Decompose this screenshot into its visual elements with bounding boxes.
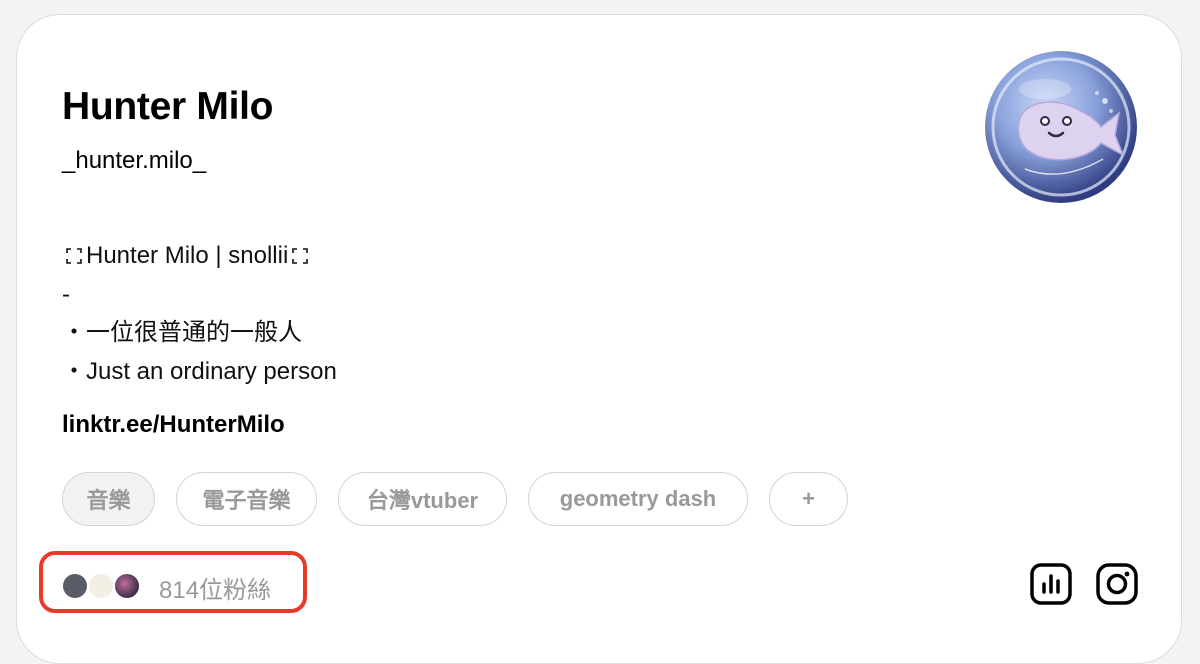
frame-corner-left-icon — [66, 248, 82, 264]
instagram-icon — [1096, 563, 1138, 605]
profile-avatar[interactable] — [985, 51, 1137, 203]
profile-handle[interactable]: _hunter.milo_ — [62, 147, 206, 175]
follower-avatar — [87, 572, 115, 600]
profile-name: Hunter Milo — [62, 85, 274, 128]
tag-music[interactable]: 音樂 — [62, 472, 155, 526]
profile-card: Hunter Milo _hunter.milo_ Hunter Milo | … — [16, 14, 1182, 664]
instagram-button[interactable] — [1095, 562, 1139, 606]
tag-geometry-dash[interactable]: geometry dash — [528, 472, 748, 526]
profile-bio: Hunter Milo | snollii - ・一位很普通的一般人 ・Just… — [62, 237, 337, 391]
tag-electronic-music[interactable]: 電子音樂 — [176, 472, 317, 526]
bar-chart-icon — [1030, 563, 1072, 605]
followers-count[interactable]: 814位粉絲 — [159, 570, 271, 605]
add-tag-button[interactable]: + — [769, 472, 848, 526]
fish-bubble-avatar-icon — [985, 51, 1137, 203]
insights-button[interactable] — [1029, 562, 1073, 606]
bio-line-english: ・Just an ordinary person — [62, 357, 337, 385]
bio-title-text: Hunter Milo | snollii — [86, 242, 289, 269]
frame-corner-right-icon — [292, 248, 309, 264]
follower-avatar — [61, 572, 89, 600]
followers-highlight[interactable]: 814位粉絲 — [39, 551, 307, 613]
bio-line-chinese: ・一位很普通的一般人 — [62, 319, 302, 346]
tag-taiwan-vtuber[interactable]: 台灣vtuber — [338, 472, 507, 526]
bio-line-title: Hunter Milo | snollii — [62, 237, 337, 276]
profile-link[interactable]: linktr.ee/HunterMilo — [62, 411, 285, 439]
follower-avatar — [113, 572, 141, 600]
bio-line-separator: - — [62, 280, 70, 308]
